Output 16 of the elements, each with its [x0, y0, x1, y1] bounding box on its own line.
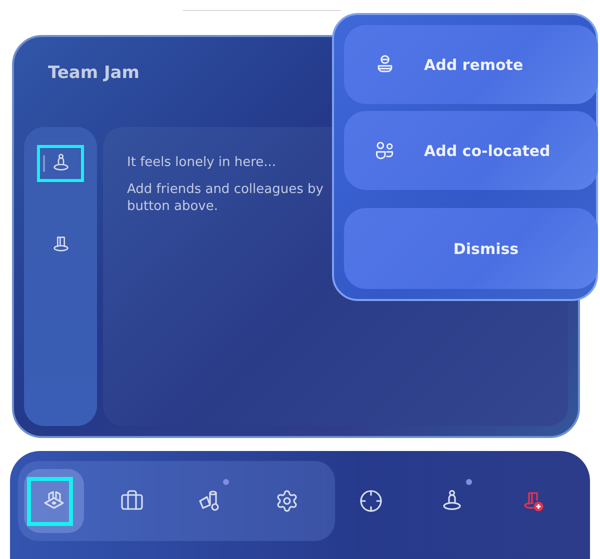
settings-icon — [275, 488, 300, 513]
target-icon — [358, 488, 382, 513]
sidebar-item[interactable] — [37, 144, 84, 182]
dismiss-button[interactable]: Dismiss — [344, 208, 598, 290]
dock-button[interactable] — [24, 468, 84, 533]
people-icon — [374, 140, 396, 162]
door-icon — [50, 234, 70, 254]
empty-heading: It feels lonely in here... — [127, 154, 276, 170]
empty-message: button above. — [127, 198, 218, 214]
menu-button[interactable]: Add co-located — [344, 111, 598, 190]
panel-title: Team Jam — [48, 62, 140, 85]
toolbox-icon — [120, 488, 144, 513]
shapes-icon — [197, 488, 222, 513]
menu-button[interactable]: Add remote — [344, 25, 598, 104]
person-icon — [50, 153, 70, 174]
empty-message: Add friends and colleagues by — [127, 182, 324, 197]
